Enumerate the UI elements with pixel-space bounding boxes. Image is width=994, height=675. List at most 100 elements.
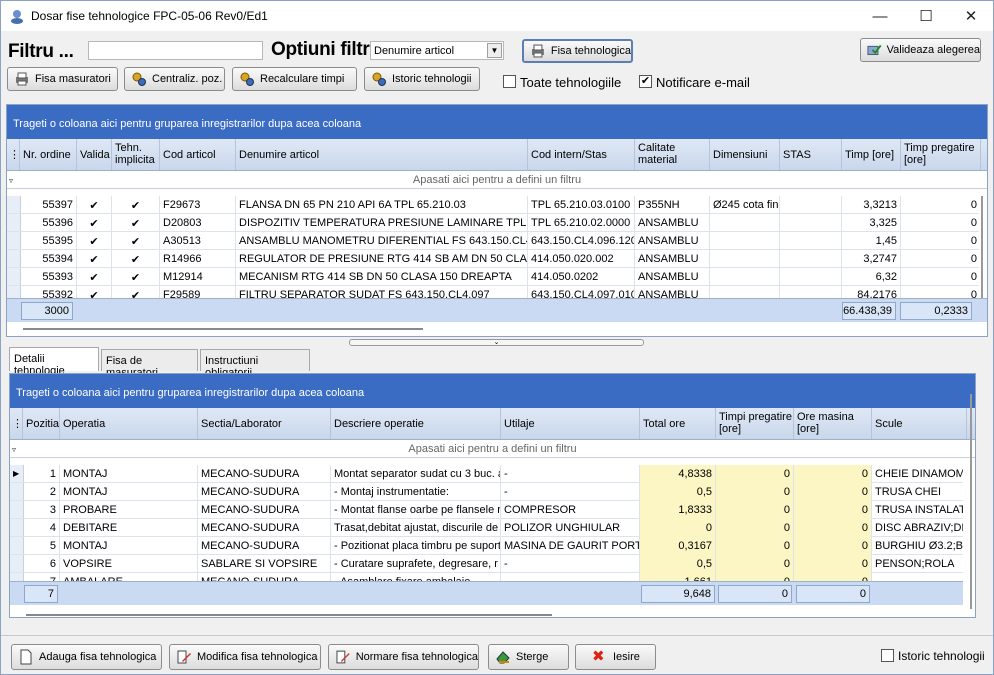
table-cell[interactable]: MECANO-SUDURA — [198, 573, 331, 581]
row-indicator[interactable] — [10, 537, 24, 554]
options-combo[interactable]: Denumire articol ▼ — [370, 41, 504, 60]
table-cell[interactable]: 0 — [716, 555, 794, 573]
col-dimensiuni[interactable]: Dimensiuni — [710, 139, 780, 170]
checkbox-cell[interactable]: ✔ — [112, 268, 160, 286]
tab-instructiuni[interactable]: Instructiuni obligatorii — [200, 349, 310, 379]
table-cell[interactable]: 0 — [901, 214, 979, 232]
sterge-button[interactable]: Sterge — [488, 644, 569, 670]
row-indicator[interactable]: ▶ — [10, 465, 24, 482]
horizontal-scrollbar[interactable] — [23, 328, 423, 330]
table-row[interactable]: 5 MONTAJ MECANO-SUDURA - Pozitionat placa t… — [10, 537, 963, 555]
table-cell[interactable]: - Asamblare fixare ambalaje — [331, 573, 501, 581]
table-cell[interactable]: 0 — [716, 537, 794, 555]
table-cell[interactable]: 0 — [716, 573, 794, 581]
table-cell[interactable]: 643.150.CL4.097.010 — [528, 286, 635, 298]
row-indicator[interactable] — [7, 286, 21, 298]
table-cell[interactable]: DISPOZITIV TEMPERATURA PRESIUNE LAMINARE… — [236, 214, 528, 232]
table-cell[interactable]: 0,5 — [640, 483, 716, 501]
col-timpi-pregatire[interactable]: Timpi pregatire [ore] — [716, 408, 794, 439]
table-cell[interactable]: TPL 65.210.02.0000 — [528, 214, 635, 232]
fisa-tehnologica-button[interactable]: Fisa tehnologica — [522, 39, 633, 63]
table-cell[interactable]: SABLARE SI VOPSIRE — [198, 555, 331, 573]
table-row[interactable]: 55394 ✔ ✔ R14966 REGULATOR DE PRESIUNE RTG 4… — [7, 250, 979, 268]
table-cell[interactable] — [780, 232, 842, 250]
checkbox-cell[interactable]: ✔ — [112, 286, 160, 298]
table-cell[interactable]: - Curatare suprafete, degresare, r — [331, 555, 501, 573]
col-utilaje[interactable]: Utilaje — [501, 408, 640, 439]
table-cell[interactable]: ANSAMBLU — [635, 286, 710, 298]
table-cell[interactable]: DEBITARE — [60, 519, 198, 537]
table-cell[interactable]: MECANO-SUDURA — [198, 519, 331, 537]
table-cell[interactable]: Trasat,debitat ajustat, discurile de — [331, 519, 501, 537]
table-row[interactable]: 55397 ✔ ✔ F29673 FLANSA DN 65 PN 210 API 6A … — [7, 196, 979, 214]
table-cell[interactable]: REGULATOR DE PRESIUNE RTG 414 SB AM DN 5… — [236, 250, 528, 268]
table-cell[interactable] — [872, 573, 963, 581]
table-cell[interactable]: MECANO-SUDURA — [198, 483, 331, 501]
col-scule[interactable]: Scule — [872, 408, 967, 439]
col-valida[interactable]: Valida — [77, 139, 112, 170]
col-timp[interactable]: Timp [ore] — [842, 139, 901, 170]
table-cell[interactable]: 84,2176 — [842, 286, 901, 298]
table-cell[interactable] — [710, 268, 780, 286]
row-indicator[interactable] — [10, 501, 24, 518]
table-cell[interactable]: MECANO-SUDURA — [198, 537, 331, 555]
table-cell[interactable]: 0 — [716, 483, 794, 501]
table-cell[interactable]: 5 — [23, 537, 60, 555]
row-indicator[interactable] — [7, 268, 21, 285]
table-cell[interactable]: 7 — [23, 573, 60, 581]
table-cell[interactable]: MONTAJ — [60, 483, 198, 501]
col-nr-ordine[interactable]: Nr. ordine — [20, 139, 77, 170]
table-cell[interactable] — [780, 250, 842, 268]
table-cell[interactable]: 2 — [23, 483, 60, 501]
table-cell[interactable]: 0,5 — [640, 555, 716, 573]
table-cell[interactable]: 0 — [794, 537, 872, 555]
checkbox-cell[interactable]: ✔ — [112, 250, 160, 268]
filter-row-operatii[interactable]: Apasati aici pentru a defini un filtru ▿ — [10, 440, 975, 458]
table-cell[interactable]: 55397 — [20, 196, 77, 214]
vertical-scrollbar[interactable] — [981, 196, 983, 298]
table-cell[interactable]: 0,3167 — [640, 537, 716, 555]
col-cod-intern[interactable]: Cod intern/Stas — [528, 139, 635, 170]
table-cell[interactable] — [710, 232, 780, 250]
iesire-button[interactable]: ✖ Iesire — [575, 644, 656, 670]
table-cell[interactable] — [710, 250, 780, 268]
table-cell[interactable]: 414.050.0202 — [528, 268, 635, 286]
table-cell[interactable]: M12914 — [160, 268, 236, 286]
recalculare-button[interactable]: Recalculare timpi — [232, 67, 357, 91]
table-cell[interactable]: 0 — [794, 465, 872, 483]
table-cell[interactable]: 55392 — [20, 286, 77, 298]
table-cell[interactable]: 0 — [640, 519, 716, 537]
table-cell[interactable]: - Pozitionat placa timbru pe suport — [331, 537, 501, 555]
table-cell[interactable]: - — [501, 465, 640, 483]
checkbox-cell[interactable]: ✔ — [77, 286, 112, 298]
centraliz-button[interactable]: Centraliz. poz. — [124, 67, 225, 91]
splitter-handle[interactable]: ⌄ — [349, 339, 644, 346]
normare-button[interactable]: Normare fisa tehnologica — [328, 644, 479, 670]
fisa-masuratori-button[interactable]: Fisa masuratori — [7, 67, 118, 91]
table-cell[interactable]: F29589 — [160, 286, 236, 298]
table-cell[interactable]: ANSAMBLU — [635, 268, 710, 286]
table-cell[interactable] — [780, 214, 842, 232]
table-cell[interactable]: MECANO-SUDURA — [198, 501, 331, 519]
table-cell[interactable]: MONTAJ — [60, 465, 198, 483]
col-operatia[interactable]: Operatia — [60, 408, 198, 439]
col-calitate-material[interactable]: Calitate material — [635, 139, 710, 170]
table-cell[interactable]: 6 — [23, 555, 60, 573]
col-tehn-implicita[interactable]: Tehn. implicita — [112, 139, 160, 170]
table-cell[interactable] — [780, 286, 842, 298]
chevron-down-icon[interactable]: ▼ — [487, 43, 502, 58]
col-descriere[interactable]: Descriere operatie — [331, 408, 501, 439]
table-cell[interactable]: 4 — [23, 519, 60, 537]
modifica-button[interactable]: Modifica fisa tehnologica — [169, 644, 321, 670]
table-cell[interactable]: 0 — [901, 250, 979, 268]
table-cell[interactable]: 4,8338 — [640, 465, 716, 483]
col-ore-masina[interactable]: Ore masina [ore] — [794, 408, 872, 439]
checkbox-cell[interactable]: ✔ — [77, 214, 112, 232]
toate-tehnologiile-checkbox[interactable] — [503, 75, 516, 88]
table-cell[interactable]: 6,32 — [842, 268, 901, 286]
table-row[interactable]: 55393 ✔ ✔ M12914 MECANISM RTG 414 SB DN 50 C… — [7, 268, 979, 286]
maximize-button[interactable]: ☐ — [903, 1, 949, 31]
table-cell[interactable]: 3 — [23, 501, 60, 519]
table-cell[interactable]: 0 — [901, 268, 979, 286]
table-cell[interactable]: F29673 — [160, 196, 236, 214]
